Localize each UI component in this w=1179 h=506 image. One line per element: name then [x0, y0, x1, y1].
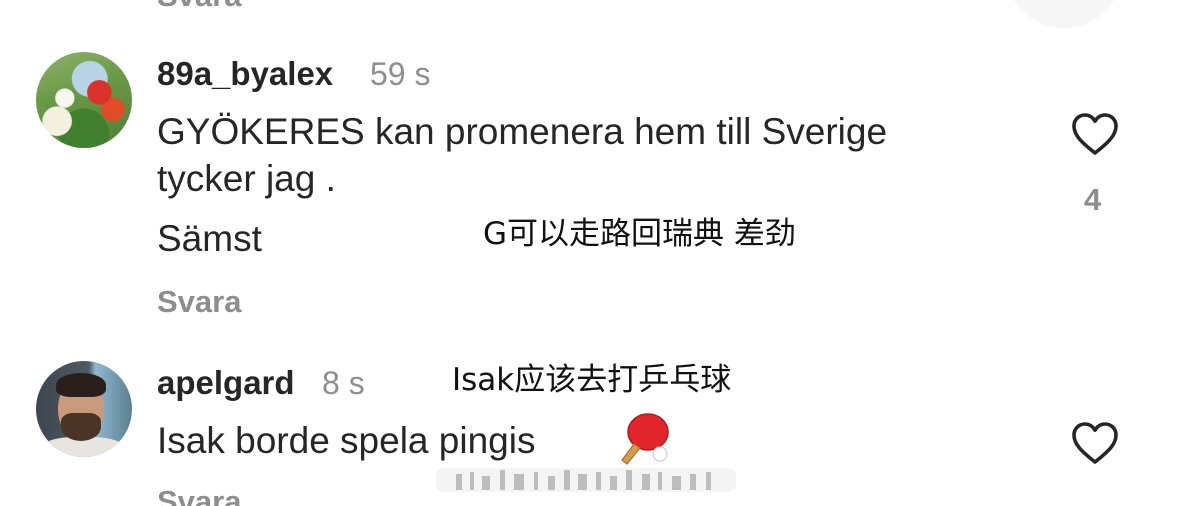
comment-timestamp: 8 s	[322, 365, 365, 401]
reply-link-previous[interactable]: Svara	[157, 0, 241, 14]
heart-outline-icon[interactable]	[1071, 421, 1119, 465]
overlay-translation-2: Isak应该去打乒乓球	[452, 362, 732, 398]
reply-button[interactable]: Svara	[157, 284, 241, 320]
comment-username[interactable]: 89a_byalex	[157, 55, 333, 93]
comment-text-line-1: Isak borde spela pingis	[157, 420, 536, 461]
comment-text-line-3: Sämst	[157, 218, 262, 259]
like-count: 4	[1084, 182, 1102, 217]
comment-text-line-2: tycker jag .	[157, 158, 336, 199]
comment-timestamp: 59 s	[370, 56, 431, 92]
watermark-graphic	[436, 468, 736, 492]
reply-button[interactable]: Svara	[157, 484, 241, 506]
avatar[interactable]	[36, 52, 132, 148]
ping-pong-paddle-icon	[621, 413, 669, 465]
overlay-translation-1: G可以走路回瑞典 差劲	[483, 216, 796, 252]
heart-outline-icon[interactable]	[1071, 112, 1119, 156]
avatar[interactable]	[36, 361, 132, 457]
comment-username[interactable]: apelgard	[157, 364, 295, 402]
top-action-circle[interactable]	[1005, 0, 1123, 28]
comments-screen: Svara 89a_byalex 59 s GYÖKERES kan prome…	[0, 0, 1179, 506]
comment-text-line-1: GYÖKERES kan promenera hem till Sverige	[157, 111, 888, 152]
